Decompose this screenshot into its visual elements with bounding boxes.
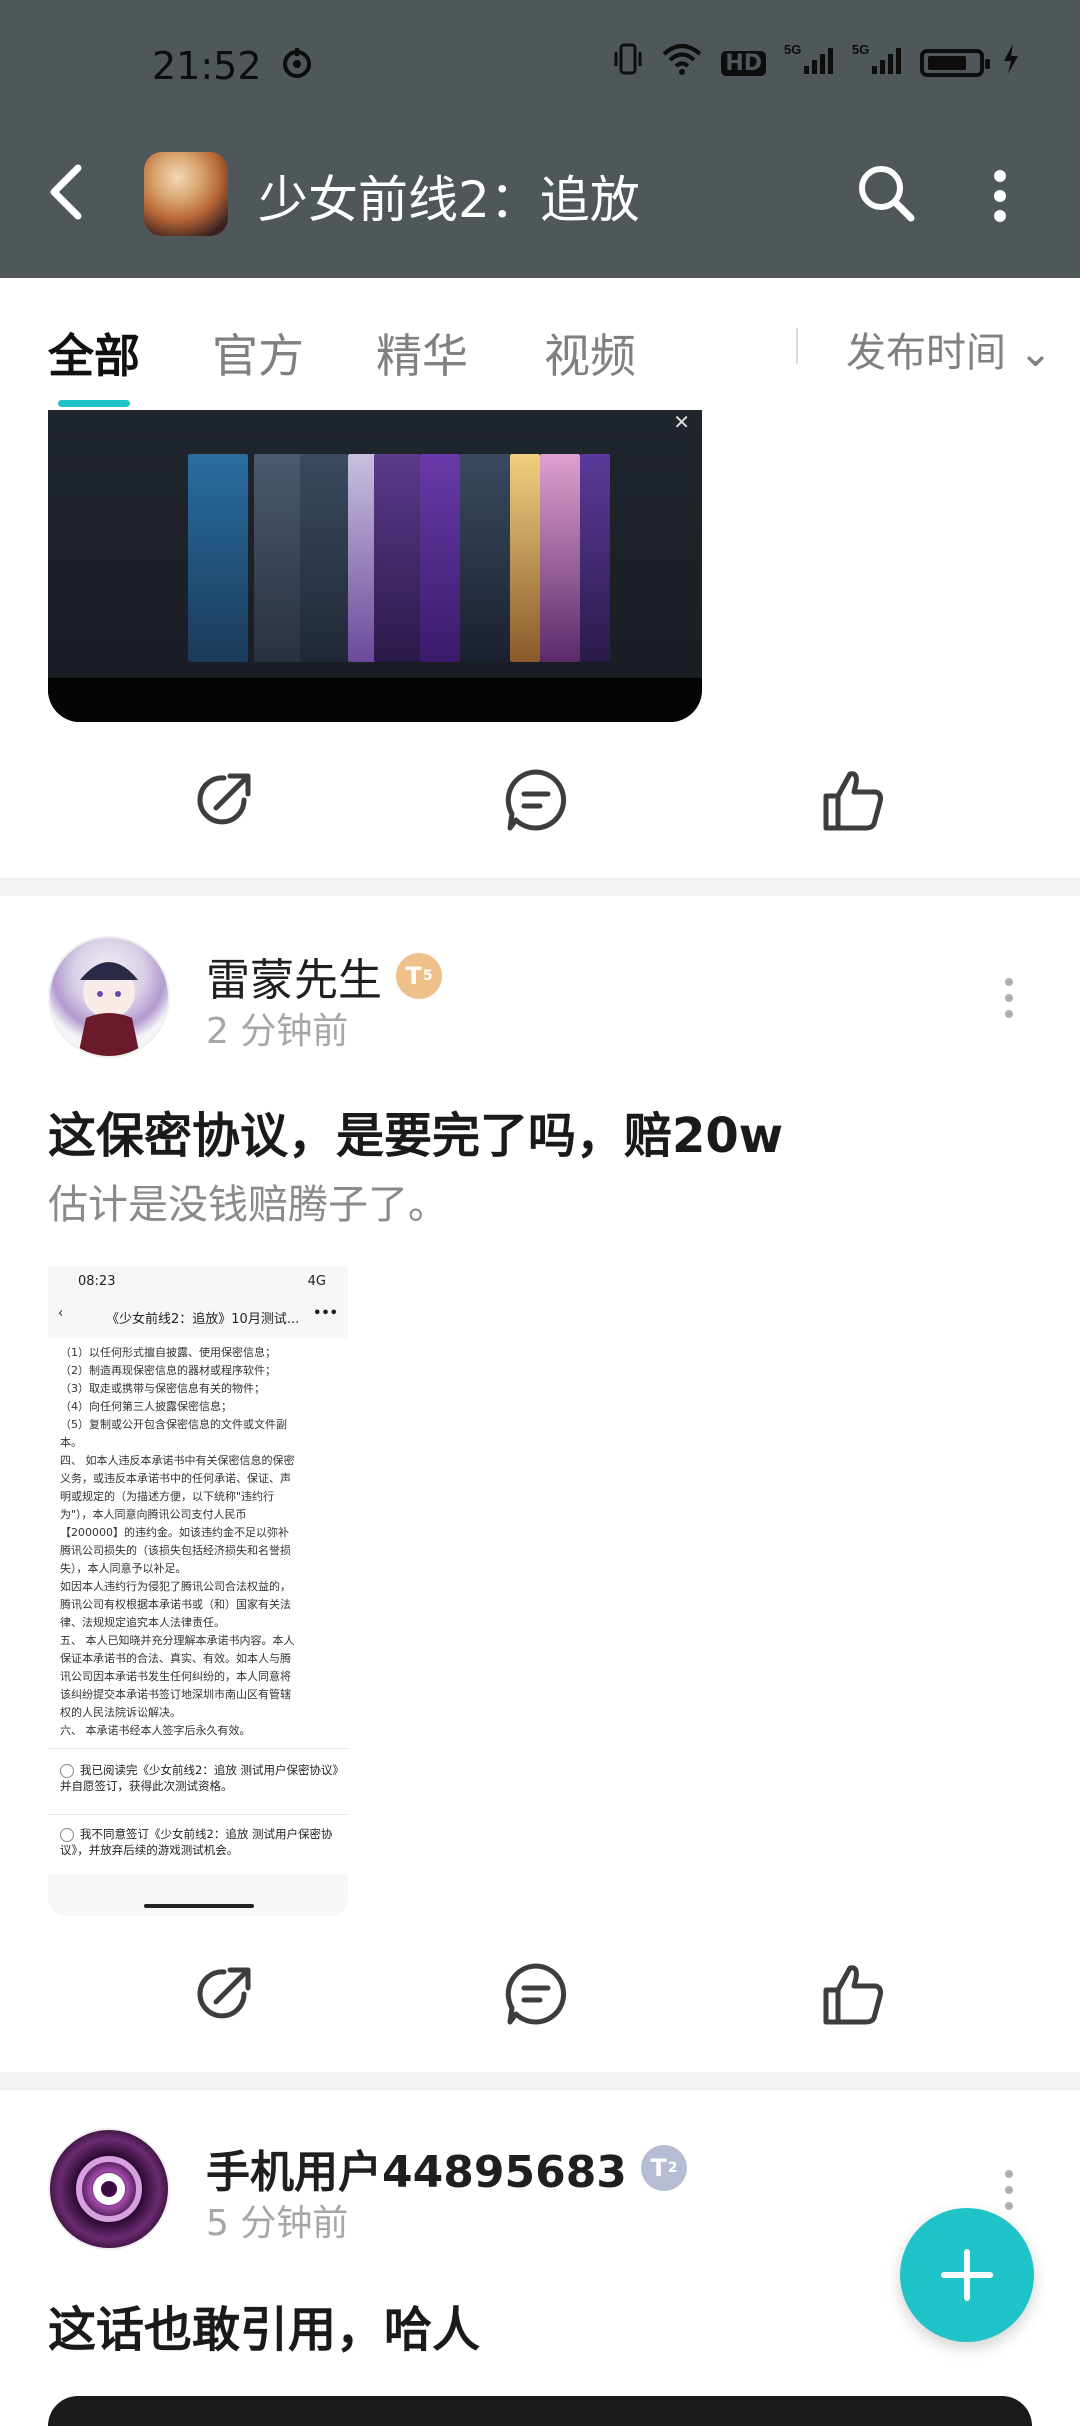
like-button[interactable]	[816, 762, 892, 838]
post-time: 2 分钟前	[206, 1011, 349, 1052]
post-image[interactable]: ✕	[48, 410, 702, 722]
avatar[interactable]	[48, 2128, 170, 2250]
more-vertical-icon	[994, 170, 1006, 222]
like-icon	[823, 1965, 883, 2025]
divider	[796, 328, 798, 364]
charging-icon	[1002, 44, 1020, 82]
comment-icon	[505, 1963, 567, 2025]
game-screenshot: ✕	[48, 410, 702, 678]
share-icon	[197, 1967, 251, 2019]
screenshot-document: （1）以任何形式擅自披露、使用保密信息； （2）制造再现保密信息的器材或程序软件…	[48, 1338, 348, 1874]
post-actions	[0, 762, 1080, 852]
close-icon: ✕	[673, 410, 690, 434]
tab-official[interactable]: 官方	[212, 320, 304, 386]
more-button[interactable]	[980, 160, 1020, 230]
vibrate-icon	[613, 42, 643, 84]
post-separator	[0, 878, 1080, 896]
post-image[interactable]	[48, 2396, 1032, 2426]
post-actions	[0, 1956, 1080, 2046]
search-icon	[859, 166, 915, 222]
comment-button[interactable]	[498, 762, 574, 838]
svg-text:5G: 5G	[784, 42, 801, 57]
user-info: 手机用户44895683 T2	[206, 2136, 687, 2200]
home-indicator	[144, 1904, 254, 1908]
username[interactable]: 手机用户44895683	[206, 2136, 627, 2200]
battery-icon	[920, 49, 990, 77]
back-arrow-icon	[50, 164, 82, 220]
post-image[interactable]: 08:23 4G ‹ 《少女前线2：追放》10月测试... ••• （1）以任何…	[48, 1266, 348, 1916]
screenshot-status-bar: 08:23 4G	[78, 1274, 326, 1289]
tab-active-indicator	[58, 400, 130, 407]
tab-video[interactable]: 视频	[544, 320, 636, 386]
tab-all[interactable]: 全部	[48, 320, 140, 386]
sync-icon	[278, 44, 316, 86]
screenshot-nav-bar: ‹ 《少女前线2：追放》10月测试... •••	[58, 1306, 338, 1327]
wifi-icon	[661, 42, 703, 84]
like-icon	[823, 771, 883, 831]
create-post-button[interactable]	[900, 2208, 1034, 2342]
comment-icon	[505, 769, 567, 831]
comment-button[interactable]	[498, 1956, 574, 2032]
like-button[interactable]	[816, 1956, 892, 2032]
search-button[interactable]	[855, 162, 917, 224]
back-arrow-icon: ‹	[58, 1306, 64, 1321]
image-bottom-bar	[48, 678, 702, 722]
share-button[interactable]	[186, 762, 262, 838]
tab-featured[interactable]: 精华	[376, 320, 468, 386]
post-body[interactable]: 估计是没钱赔腾子了。	[48, 1172, 448, 1230]
status-time: 21:52	[152, 44, 262, 88]
more-vertical-icon	[1005, 2170, 1013, 2210]
post-separator	[0, 2072, 1080, 2090]
game-icon[interactable]	[144, 152, 228, 236]
post-more-button[interactable]	[994, 968, 1024, 1028]
more-vertical-icon	[1005, 978, 1013, 1018]
share-icon	[197, 773, 251, 825]
post-title[interactable]: 这话也敢引用，哈人	[48, 2290, 480, 2360]
post-time: 5 分钟前	[206, 2203, 349, 2244]
username[interactable]: 雷蒙先生	[206, 944, 382, 1008]
sort-dropdown[interactable]: 发布时间 ⌄	[846, 320, 1052, 378]
post-more-button[interactable]	[994, 2160, 1024, 2220]
level-badge: T5	[396, 953, 442, 999]
signal-icon-2: 5G	[852, 42, 902, 84]
page-title: 少女前线2：追放	[258, 171, 640, 229]
level-badge: T2	[640, 2145, 687, 2191]
share-button[interactable]	[186, 1956, 262, 2032]
avatar[interactable]	[48, 936, 170, 1058]
svg-text:5G: 5G	[852, 42, 869, 57]
post-title[interactable]: 这保密协议，是要完了吗，赔20w	[48, 1096, 783, 1166]
signal-icon: 5G	[784, 42, 834, 84]
user-info: 雷蒙先生 T5	[206, 944, 442, 1008]
status-icons: HD 5G 5G	[613, 42, 1020, 84]
back-button[interactable]	[40, 156, 100, 228]
hd-icon: HD	[721, 50, 766, 76]
